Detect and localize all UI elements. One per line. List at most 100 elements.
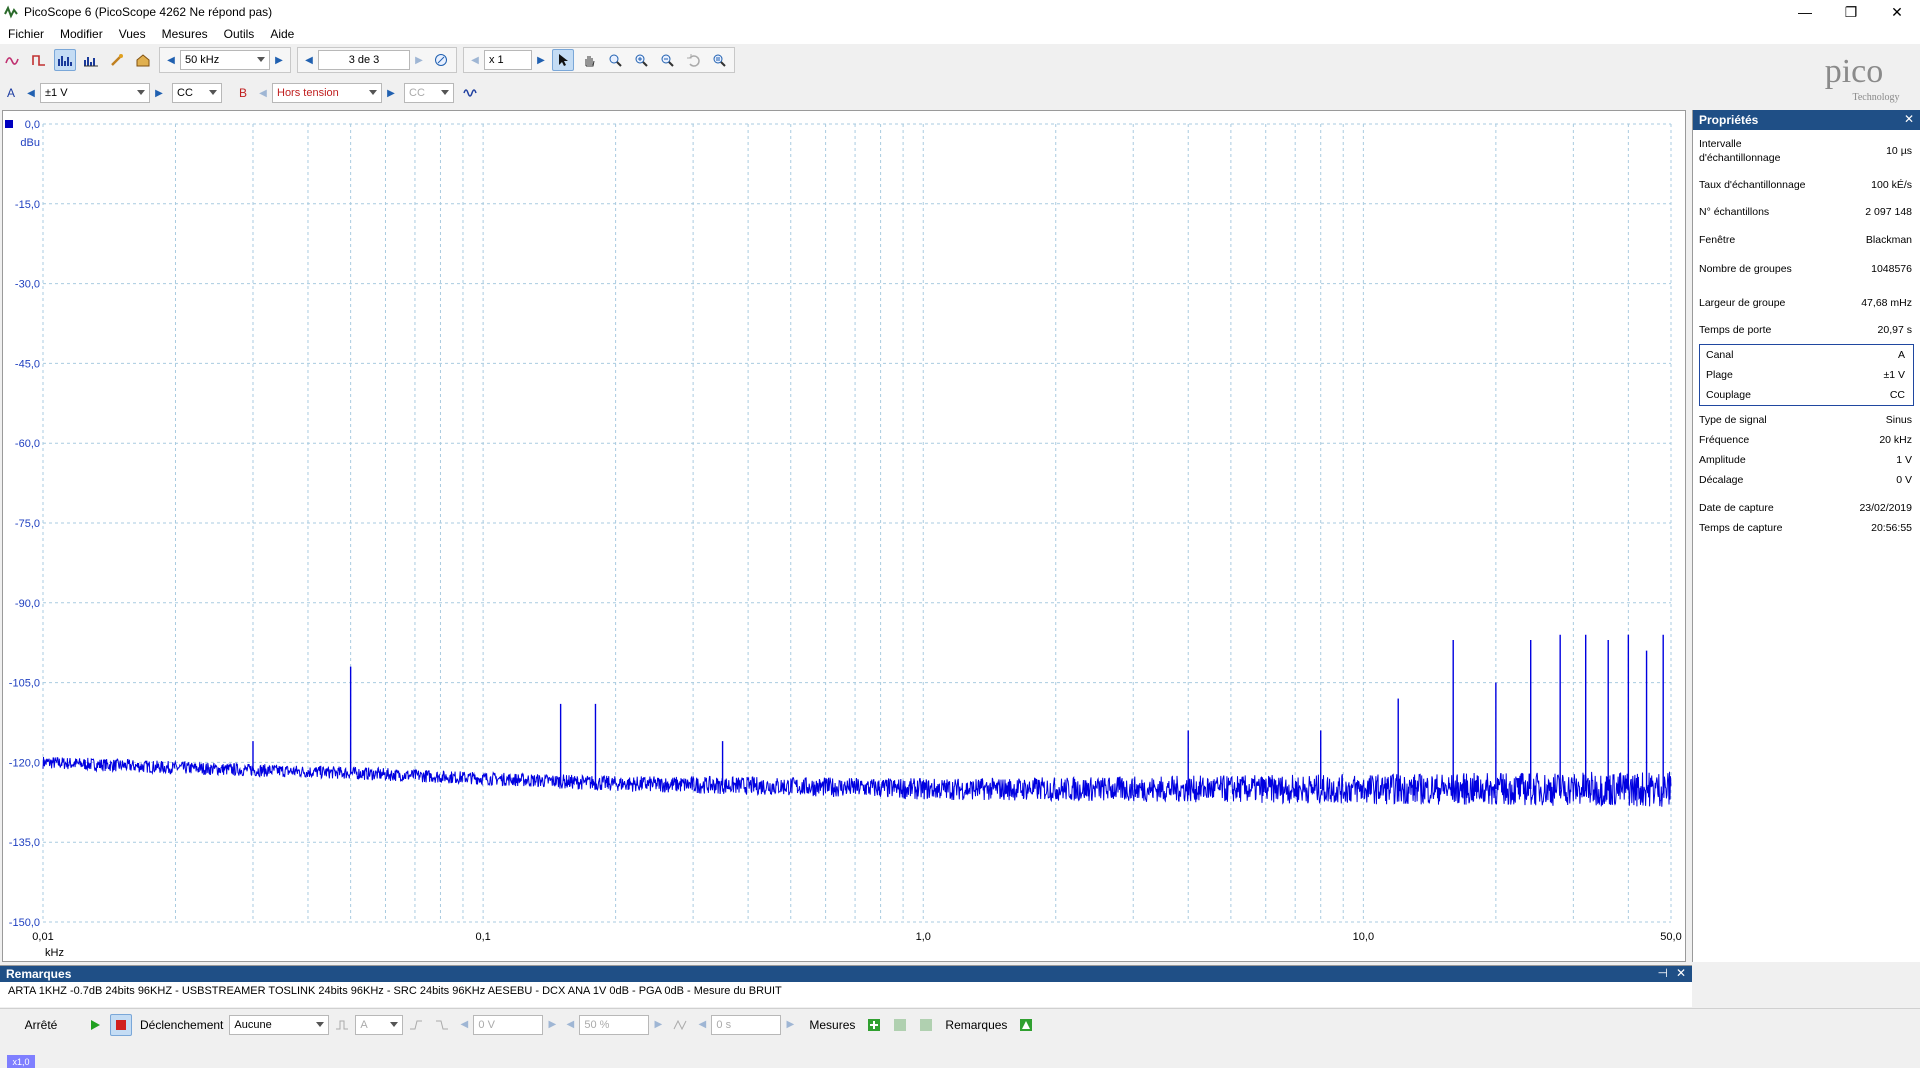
trigger-mode-value: Aucune <box>234 1018 272 1031</box>
trigger-channel-value: A <box>360 1018 368 1031</box>
timebase-prev-button[interactable]: ◀ <box>162 49 180 71</box>
remarks-title: Remarques <box>6 967 72 981</box>
zoom-region-icon[interactable] <box>604 49 626 71</box>
zoom-out-icon[interactable] <box>656 49 678 71</box>
zoom-next-button[interactable]: ▶ <box>532 49 550 71</box>
stop-button[interactable] <box>110 1013 132 1036</box>
prop-key: Type de signal <box>1699 414 1767 426</box>
prop-key: Temps de porte <box>1699 324 1772 336</box>
scope-mode-icon[interactable] <box>2 49 24 71</box>
chevron-down-icon <box>257 57 265 62</box>
timebase-next-button[interactable]: ▶ <box>270 49 288 71</box>
prop-value: 20 kHz <box>1879 434 1912 446</box>
menu-vues[interactable]: Vues <box>111 27 154 41</box>
pin-icon[interactable]: ⊣ <box>1657 966 1667 980</box>
minimize-button[interactable]: — <box>1782 0 1828 24</box>
prop-row: Type de signal Sinus <box>1693 410 1920 430</box>
advanced-trigger-icon[interactable] <box>331 1014 353 1036</box>
channel-a-range-select[interactable]: ±1 V <box>40 83 150 103</box>
trigger-pos-prev[interactable]: ◀ <box>561 1014 579 1036</box>
prop-key: Décalage <box>1699 474 1744 486</box>
channel-b-range-prev[interactable]: ◀ <box>254 82 272 104</box>
add-measure-icon[interactable] <box>863 1014 885 1036</box>
close-properties-icon[interactable]: ✕ <box>1904 112 1914 126</box>
channel-a-range-prev[interactable]: ◀ <box>22 82 40 104</box>
buffer-field[interactable]: 3 de 3 <box>318 50 410 70</box>
trigger-mode-select[interactable]: Aucune <box>229 1014 330 1035</box>
run-button[interactable] <box>84 1014 106 1036</box>
trigger-delay-field[interactable]: 0 s <box>711 1014 782 1035</box>
menu-fichier[interactable]: Fichier <box>0 27 52 41</box>
signal-generator-icon[interactable] <box>460 82 482 104</box>
trigger-delay-next[interactable]: ▶ <box>781 1014 799 1036</box>
prop-row: Fenêtre Blackman <box>1693 222 1920 252</box>
trigger-pos-next[interactable]: ▶ <box>649 1014 667 1036</box>
zoom-in-icon[interactable] <box>630 49 652 71</box>
prop-row: Décalage 0 V <box>1693 470 1920 490</box>
persistence-mode-icon[interactable] <box>28 49 50 71</box>
trigger-level-field[interactable]: 0 V <box>473 1014 544 1035</box>
spectrum-options-icon[interactable] <box>80 49 102 71</box>
prop-key: N° échantillons <box>1699 206 1770 218</box>
home-icon[interactable] <box>132 49 154 71</box>
buffer-navigator-icon[interactable] <box>430 49 452 71</box>
prop-value: 23/02/2019 <box>1859 502 1912 514</box>
remarks-text[interactable]: ARTA 1KHZ -0.7dB 24bits 96KHZ - USBSTREA… <box>0 982 1692 1000</box>
trigger-channel-select[interactable]: A <box>355 1014 404 1035</box>
timebase-value: 50 kHz <box>185 54 220 66</box>
edit-measure-icon[interactable] <box>889 1014 911 1036</box>
channel-b-range-next[interactable]: ▶ <box>382 82 400 104</box>
probe-icon[interactable] <box>106 49 128 71</box>
channel-a-button[interactable]: A <box>0 82 22 104</box>
buffer-next-button[interactable]: ▶ <box>410 49 428 71</box>
prop-value: 2 097 148 <box>1865 206 1912 218</box>
y-tick-label: -105,0 <box>9 678 40 690</box>
zoom-field[interactable]: x 1 <box>484 50 532 70</box>
x-tick-label: 0,01 <box>32 931 53 943</box>
menu-modifier[interactable]: Modifier <box>52 27 111 41</box>
falling-edge-icon[interactable] <box>431 1014 453 1036</box>
undo-zoom-icon[interactable] <box>682 49 704 71</box>
trigger-delay-prev[interactable]: ◀ <box>693 1014 711 1036</box>
channel-b-button[interactable]: B <box>232 82 254 104</box>
zoom-fit-icon[interactable] <box>708 49 730 71</box>
y-tick-label: -30,0 <box>15 279 40 291</box>
trigger-level-prev[interactable]: ◀ <box>455 1014 473 1036</box>
trigger-level-next[interactable]: ▶ <box>543 1014 561 1036</box>
y-unit-label: dBu <box>20 137 40 149</box>
buffer-prev-button[interactable]: ◀ <box>300 49 318 71</box>
x-scale-badge[interactable]: x1,0 <box>7 1055 35 1068</box>
spectrum-mode-icon[interactable] <box>54 49 76 71</box>
pretrigger-icon[interactable] <box>669 1014 691 1036</box>
y-tick-label: -135,0 <box>9 837 40 849</box>
close-button[interactable]: ✕ <box>1874 0 1920 24</box>
timebase-select[interactable]: 50 kHz <box>180 50 270 70</box>
x-tick-label: 0,1 <box>475 931 490 943</box>
prop-row: N° échantillons 2 097 148 <box>1693 202 1920 222</box>
channel-b-range-select[interactable]: Hors tension <box>272 83 382 103</box>
trigger-pos-field[interactable]: 50 % <box>579 1014 650 1035</box>
spectrum-chart[interactable]: 0,0 -15,0 -30,0 -45,0 -60,0 -75,0 -90,0 -105,0 -… <box>3 111 1687 963</box>
hand-tool-icon[interactable] <box>578 49 600 71</box>
rising-edge-icon[interactable] <box>405 1014 427 1036</box>
menu-outils[interactable]: Outils <box>216 27 263 41</box>
remarks-toggle-icon[interactable] <box>1015 1014 1037 1036</box>
spectrum-plot[interactable]: 0,0 -15,0 -30,0 -45,0 -60,0 -75,0 -90,0 -105,0 -… <box>2 110 1687 1068</box>
prop-value: CC <box>1889 389 1905 401</box>
svg-text:Technology: Technology <box>1852 92 1899 103</box>
menu-aide[interactable]: Aide <box>262 27 302 41</box>
pointer-tool-icon[interactable] <box>552 49 574 71</box>
close-remarks-icon[interactable]: ✕ <box>1676 966 1686 980</box>
menu-mesures[interactable]: Mesures <box>154 27 216 41</box>
y-tick-label: -75,0 <box>15 518 40 530</box>
chevron-down-icon <box>390 1021 399 1027</box>
maximize-button[interactable]: ❐ <box>1828 0 1874 24</box>
zoom-prev-button[interactable]: ◀ <box>466 49 484 71</box>
trigger-level-value: 0 V <box>478 1018 495 1031</box>
delete-measure-icon[interactable] <box>915 1014 937 1036</box>
channel-a-coupling-select[interactable]: CC <box>172 83 222 103</box>
channel-b-coupling-select[interactable]: CC <box>404 83 454 103</box>
channel-a-range-next[interactable]: ▶ <box>150 82 168 104</box>
y-tick-label: 0,0 <box>25 119 40 131</box>
buffer-group: ◀ 3 de 3 ▶ <box>297 47 457 73</box>
